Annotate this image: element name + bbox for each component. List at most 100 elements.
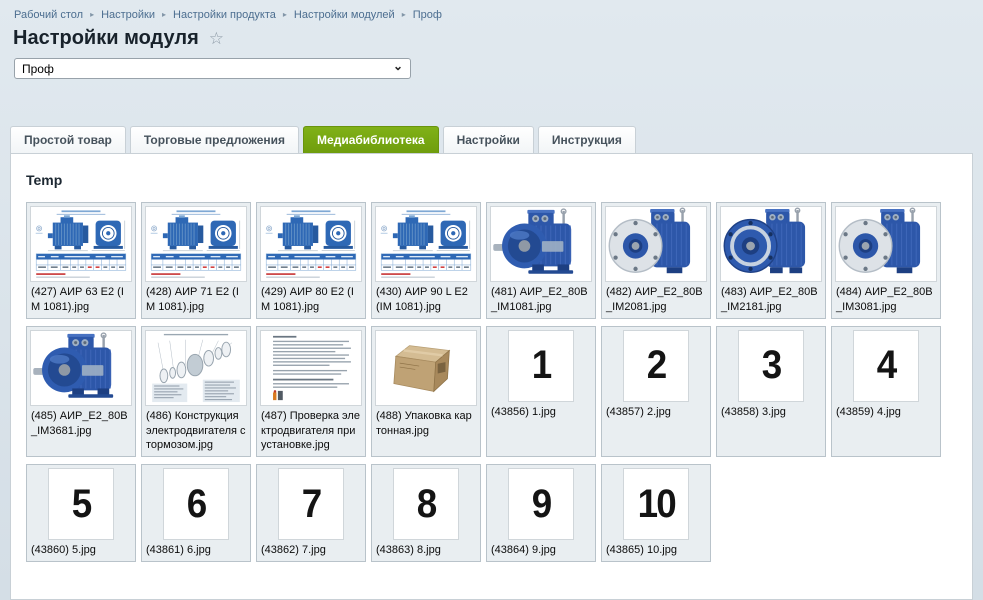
motor-dimension-drawing-thumbnail [375,206,477,282]
motor-drawing-illustration [31,207,131,281]
media-grid: (427) АИР 63 Е2 (IM 1081).jpg (428) АИР … [26,202,957,562]
module-select-value: Проф [22,62,54,76]
motor-photo-thumbnail [490,206,592,282]
number-image-thumbnail: 5 [48,468,114,540]
media-item[interactable]: 2 (43857) 2.jpg [601,326,711,458]
breadcrumb-link[interactable]: Настройки модулей [294,9,395,21]
number-image-value: 2 [647,343,666,388]
media-item[interactable]: (482) АИР_Е2_80В_IM2081.jpg [601,202,711,319]
media-item-caption: (43858) 3.jpg [720,405,822,420]
cardboard-box-illustration [376,331,476,405]
media-item-caption: (428) АИР 71 Е2 (IM 1081).jpg [145,285,247,315]
module-select[interactable]: Проф ⌄ [14,58,411,79]
breadcrumb-separator-icon: ▸ [402,10,406,19]
title-row: Настройки модуля ☆ [13,27,983,50]
media-item-caption: (43861) 6.jpg [145,543,247,558]
media-item-caption: (429) АИР 80 Е2 (IM 1081).jpg [260,285,362,315]
number-image-thumbnail: 10 [623,468,689,540]
breadcrumb-separator-icon: ▸ [162,10,166,19]
media-item-caption: (481) АИР_Е2_80В_IM1081.jpg [490,285,592,315]
content-panel: Temp (427) АИР 63 Е2 (IM 1081).jpg (428)… [10,153,973,600]
media-item[interactable]: (487) Проверка электродвигателя при уста… [256,326,366,458]
motor-drawing-illustration [261,207,361,281]
media-item-caption: (43862) 7.jpg [260,543,362,558]
cardboard-box-thumbnail [375,330,477,406]
media-item[interactable]: (429) АИР 80 Е2 (IM 1081).jpg [256,202,366,319]
number-image-thumbnail: 4 [853,330,919,402]
media-item[interactable]: 6 (43861) 6.jpg [141,464,251,562]
breadcrumb-separator-icon: ▸ [283,10,287,19]
media-item-caption: (484) АИР_Е2_80В_IM3081.jpg [835,285,937,315]
media-item[interactable]: (486) Конструкция электродвигателя с тор… [141,326,251,458]
tab-simple-product[interactable]: Простой товар [10,126,126,153]
breadcrumb-separator-icon: ▸ [90,10,94,19]
media-item-caption: (43864) 9.jpg [490,543,592,558]
motor-flange-photo-illustration [606,207,706,281]
media-item[interactable]: 3 (43858) 3.jpg [716,326,826,458]
module-settings-page: Рабочий стол ▸ Настройки ▸ Настройки продукт… [0,0,983,600]
media-item-caption: (43859) 4.jpg [835,405,937,420]
media-item[interactable]: 9 (43864) 9.jpg [486,464,596,562]
number-image-thumbnail: 2 [623,330,689,402]
media-item-caption: (43865) 10.jpg [605,543,707,558]
motor-drawing-illustration [376,207,476,281]
motor-dimension-drawing-thumbnail [30,206,132,282]
motor-flange-photo-illustration [721,207,821,281]
breadcrumb-link[interactable]: Рабочий стол [14,9,83,21]
media-item[interactable]: (488) Упаковка картонная.jpg [371,326,481,458]
media-item[interactable]: (485) АИР_Е2_80В_IM3681.jpg [26,326,136,458]
media-item[interactable]: 4 (43859) 4.jpg [831,326,941,458]
motor-flange-photo-thumbnail [835,206,937,282]
media-item-caption: (43860) 5.jpg [30,543,132,558]
media-item[interactable]: (484) АИР_Е2_80В_IM3081.jpg [831,202,941,319]
favorite-star-icon[interactable]: ☆ [209,30,224,47]
number-image-value: 9 [532,482,551,527]
number-image-thumbnail: 9 [508,468,574,540]
media-item-caption: (427) АИР 63 Е2 (IM 1081).jpg [30,285,132,315]
media-item[interactable]: (428) АИР 71 Е2 (IM 1081).jpg [141,202,251,319]
tab-instruction[interactable]: Инструкция [538,126,636,153]
media-item[interactable]: 7(43862) 7.jpg [256,464,366,562]
tab-settings[interactable]: Настройки [443,126,534,153]
number-image-value: 3 [762,343,781,388]
tab-bar: Простой товарТорговые предложенияМедиаби… [10,126,983,153]
media-item[interactable]: 8(43863) 8.jpg [371,464,481,562]
tab-media-library[interactable]: Медиабиблиотека [303,126,439,153]
text-document-thumbnail [260,330,362,406]
media-item[interactable]: (483) АИР_Е2_80В_IM2181.jpg [716,202,826,319]
motor-photo-thumbnail [30,330,132,406]
media-item-caption: (43857) 2.jpg [605,405,707,420]
number-image-value: 4 [877,343,896,388]
motor-dimension-drawing-thumbnail [145,206,247,282]
number-image-value: 8 [417,482,436,527]
motor-flange-photo-thumbnail [605,206,707,282]
media-item[interactable]: 10 (43865) 10.jpg [601,464,711,562]
number-image-value: 6 [187,482,206,527]
media-item[interactable]: 5 (43860) 5.jpg [26,464,136,562]
media-item-caption: (43856) 1.jpg [490,405,592,420]
tab-trade-offers[interactable]: Торговые предложения [130,126,299,153]
exploded-diagram-thumbnail [145,330,247,406]
motor-photo-illustration [31,331,131,405]
number-image-value: 10 [637,482,674,527]
number-image-thumbnail: 3 [738,330,804,402]
motor-drawing-illustration [146,207,246,281]
number-image-thumbnail: 6 [163,468,229,540]
breadcrumb: Рабочий стол ▸ Настройки ▸ Настройки продукт… [0,0,983,21]
media-item-caption: (483) АИР_Е2_80В_IM2181.jpg [720,285,822,315]
media-item[interactable]: (430) АИР 90 L Е2 (IM 1081).jpg [371,202,481,319]
media-item-caption: (482) АИР_Е2_80В_IM2081.jpg [605,285,707,315]
media-item[interactable]: (481) АИР_Е2_80В_IM1081.jpg [486,202,596,319]
breadcrumb-link[interactable]: Настройки продукта [173,9,276,21]
number-image-value: 5 [72,482,91,527]
media-item[interactable]: (427) АИР 63 Е2 (IM 1081).jpg [26,202,136,319]
media-item-caption: (486) Конструкция электродвигателя с тор… [145,409,247,454]
media-item-caption: (488) Упаковка картонная.jpg [375,409,477,439]
motor-dimension-drawing-thumbnail [260,206,362,282]
breadcrumb-link[interactable]: Настройки [101,9,155,21]
media-item-caption: (487) Проверка электродвигателя при уста… [260,409,362,454]
exploded-diagram-illustration [146,331,246,405]
breadcrumb-link[interactable]: Проф [413,9,442,21]
motor-flange-photo-thumbnail [720,206,822,282]
media-item[interactable]: 1(43856) 1.jpg [486,326,596,458]
